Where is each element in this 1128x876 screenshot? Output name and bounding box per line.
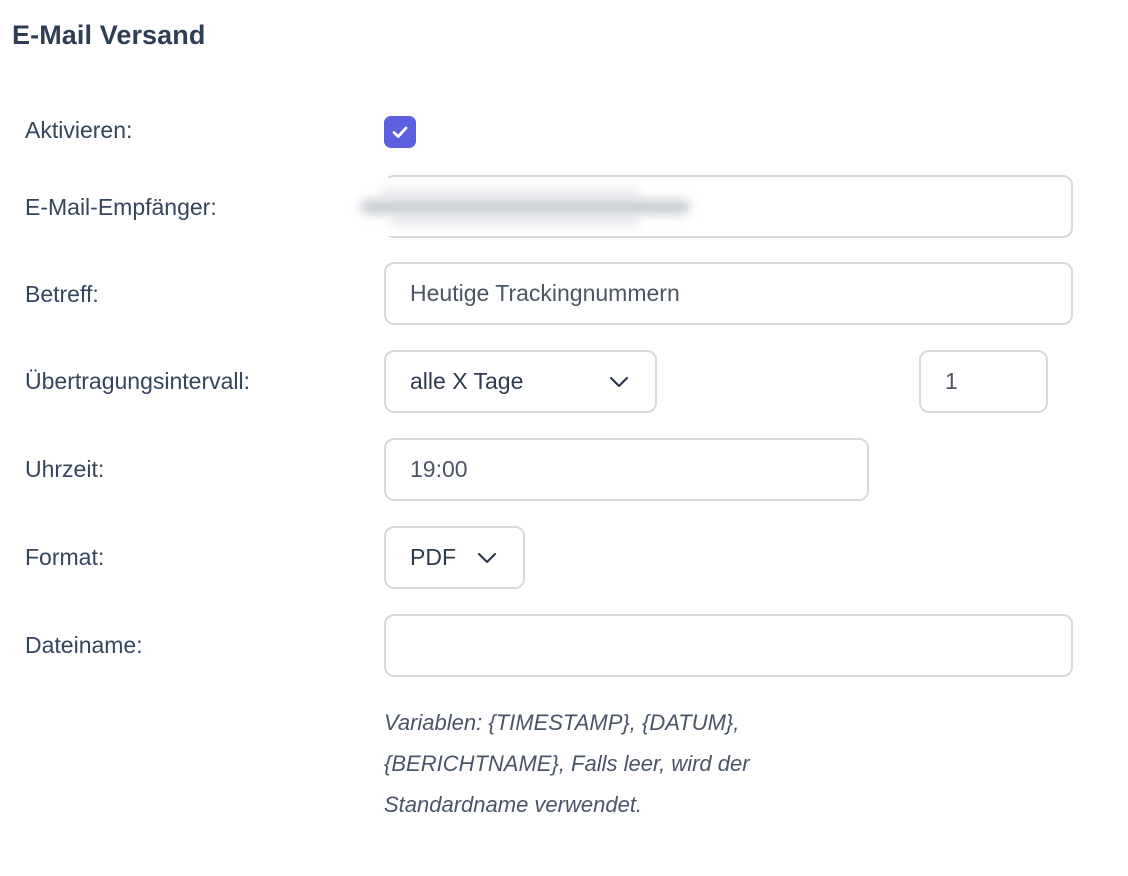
interval-count-field[interactable] — [919, 350, 1048, 413]
filename-label: Dateiname: — [25, 632, 143, 658]
subject-field[interactable] — [384, 262, 1073, 325]
interval-label: Übertragungsintervall: — [25, 368, 251, 394]
time-input[interactable] — [410, 456, 867, 483]
recipient-label: E-Mail-Empfänger: — [25, 194, 217, 220]
recipient-input[interactable] — [410, 193, 1071, 220]
subject-input[interactable] — [410, 280, 1071, 307]
interval-count-input[interactable] — [945, 368, 1046, 395]
section-title: E-Mail Versand — [12, 20, 206, 50]
format-select[interactable]: PDF — [384, 526, 525, 589]
time-field[interactable] — [384, 438, 869, 501]
chevron-down-icon — [609, 376, 629, 387]
time-label: Uhrzeit: — [25, 456, 105, 482]
chevron-down-icon — [477, 552, 497, 563]
activate-checkbox[interactable] — [384, 116, 416, 148]
subject-label: Betreff: — [25, 281, 99, 307]
recipient-field[interactable] — [384, 175, 1073, 238]
filename-field[interactable] — [384, 614, 1073, 677]
format-selected-value: PDF — [410, 544, 456, 570]
activate-label: Aktivieren: — [25, 117, 133, 143]
interval-select[interactable]: alle X Tage — [384, 350, 657, 413]
interval-selected-value: alle X Tage — [410, 368, 524, 394]
filename-help-text: Variablen: {TIMESTAMP}, {DATUM}, {BERICH… — [384, 710, 750, 817]
filename-input[interactable] — [410, 632, 1071, 659]
format-label: Format: — [25, 544, 105, 570]
check-icon — [392, 126, 408, 138]
